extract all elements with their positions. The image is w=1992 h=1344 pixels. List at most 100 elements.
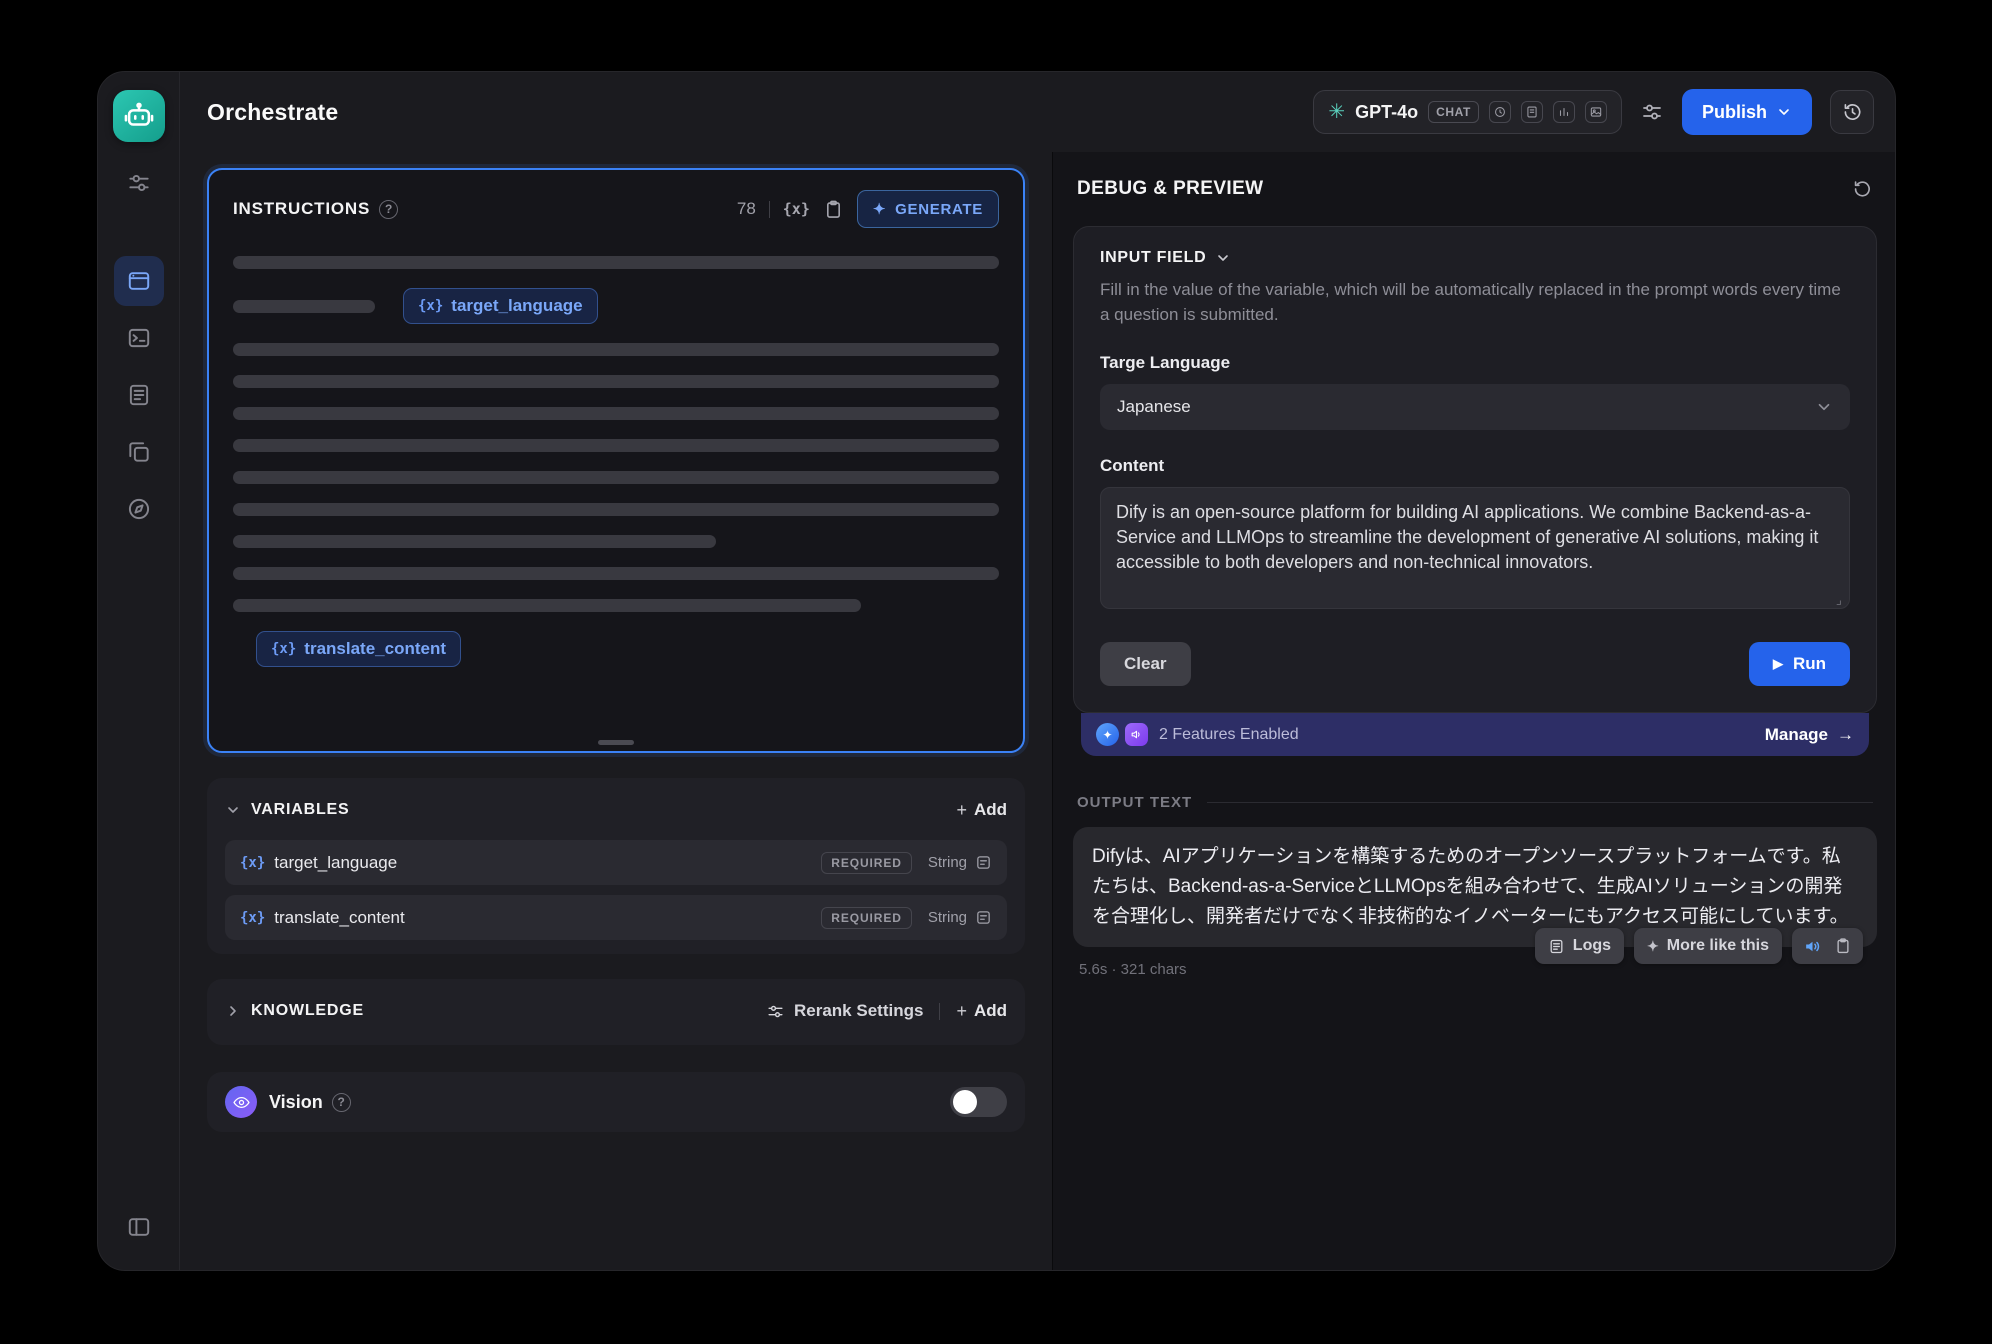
chevron-down-icon — [225, 802, 241, 818]
model-parameters-button[interactable] — [1640, 100, 1664, 124]
target-language-label: Targe Language — [1100, 353, 1850, 373]
sidebar-item-orchestrate[interactable] — [114, 256, 164, 306]
variable-type-label: String — [928, 909, 967, 926]
sidebar — [98, 72, 180, 1270]
debug-preview-title: DEBUG & PREVIEW — [1077, 178, 1264, 200]
knowledge-title: KNOWLEDGE — [251, 1002, 364, 1020]
sidebar-item-terminal[interactable] — [114, 313, 164, 363]
model-name: GPT-4o — [1355, 102, 1418, 123]
model-mode-badge: CHAT — [1428, 101, 1479, 123]
app-window: Orchestrate ✳ GPT-4o CHAT — [97, 71, 1896, 1271]
sidebar-nav — [114, 256, 164, 534]
sidebar-item-monitoring[interactable] — [114, 484, 164, 534]
features-bar: ✦ 2 Features Enabled Manage → — [1081, 713, 1869, 756]
history-button[interactable] — [1830, 90, 1874, 134]
rerank-settings-button[interactable]: Rerank Settings — [766, 1001, 923, 1021]
variable-token-icon: {x} — [418, 298, 443, 314]
sliders-icon — [1640, 100, 1664, 124]
redacted-line — [233, 256, 999, 269]
manage-features-button[interactable]: Manage → — [1765, 725, 1854, 745]
sidebar-item-annotations[interactable] — [114, 427, 164, 477]
string-type-icon — [975, 909, 992, 926]
restart-debug-button[interactable] — [1851, 178, 1873, 200]
variable-chip-label: translate_content — [304, 639, 446, 659]
text-to-speech-button[interactable] — [1803, 937, 1822, 956]
page-title: Orchestrate — [207, 99, 338, 126]
collapse-sidebar-button[interactable] — [114, 1202, 164, 1252]
content-textarea[interactable]: Dify is an open-source platform for buil… — [1100, 487, 1850, 609]
vision-help-icon[interactable]: ? — [332, 1093, 351, 1112]
plus-icon: + — [956, 800, 967, 821]
chevron-down-icon — [1815, 398, 1833, 416]
clipboard-icon — [823, 199, 844, 220]
feature-tts-icon — [1125, 723, 1148, 746]
variable-token-icon: {x} — [271, 641, 296, 657]
add-variable-button[interactable]: + Add — [956, 800, 1007, 821]
copy-output-button[interactable] — [1834, 937, 1852, 955]
copy-prompt-button[interactable] — [823, 199, 844, 220]
required-badge: REQUIRED — [821, 852, 912, 874]
instructions-help-icon[interactable]: ? — [379, 200, 398, 219]
output-tools — [1792, 928, 1863, 964]
add-label: Add — [974, 800, 1007, 820]
sparkle-icon: ✦ — [873, 200, 886, 218]
redacted-line — [233, 599, 861, 612]
input-field-collapse-button[interactable]: INPUT FIELD — [1100, 249, 1850, 267]
app-window-icon — [126, 268, 152, 294]
feature-sparkle-icon: ✦ — [1096, 723, 1119, 746]
logs-label: Logs — [1573, 937, 1611, 955]
input-field-description: Fill in the value of the variable, which… — [1100, 278, 1850, 327]
vision-toggle[interactable] — [950, 1087, 1007, 1117]
sidebar-item-settings[interactable] — [114, 158, 164, 208]
redacted-line — [233, 567, 999, 580]
refresh-icon — [1851, 178, 1873, 200]
variables-collapse-button[interactable] — [225, 802, 241, 818]
variable-row-translate-content[interactable]: {x} translate_content REQUIRED String — [225, 895, 1007, 940]
input-field-title: INPUT FIELD — [1100, 249, 1206, 267]
clear-button[interactable]: Clear — [1100, 642, 1191, 686]
variable-type-button[interactable]: String — [928, 909, 992, 926]
model-capability-agent-icon — [1489, 101, 1511, 123]
divider — [939, 1003, 940, 1020]
variable-type-label: String — [928, 854, 967, 871]
insert-variable-button[interactable]: {x} — [783, 200, 810, 218]
run-button[interactable]: ▶ Run — [1749, 642, 1850, 686]
generate-label: GENERATE — [895, 201, 983, 218]
variables-panel: VARIABLES + Add {x} target_language REQU… — [207, 778, 1025, 954]
speaker-icon — [1803, 937, 1822, 956]
terminal-icon — [126, 325, 152, 351]
clipboard-icon — [1834, 937, 1852, 955]
toggle-knob — [953, 1090, 977, 1114]
vision-eye-icon — [225, 1086, 257, 1118]
knowledge-expand-button[interactable] — [225, 1003, 241, 1019]
plus-icon: + — [956, 1001, 967, 1022]
app-logo — [113, 90, 165, 142]
model-capability-vision-icon — [1585, 101, 1607, 123]
target-language-value: Japanese — [1117, 397, 1191, 417]
char-count: 78 — [737, 199, 756, 219]
resize-handle[interactable] — [598, 740, 634, 745]
logs-button[interactable]: Logs — [1535, 928, 1624, 964]
variable-type-button[interactable]: String — [928, 854, 992, 871]
add-knowledge-button[interactable]: + Add — [956, 1001, 1007, 1022]
orchestrate-panel: INSTRUCTIONS ? 78 {x} ✦ GENERATE — [180, 152, 1052, 1271]
publish-button[interactable]: Publish — [1682, 89, 1812, 135]
more-like-this-button[interactable]: ✦ More like this — [1634, 928, 1782, 964]
target-language-select[interactable]: Japanese — [1100, 384, 1850, 430]
sidebar-item-logs[interactable] — [114, 370, 164, 420]
variable-name: translate_content — [274, 908, 404, 928]
model-capability-audio-icon — [1553, 101, 1575, 123]
input-field-card: INPUT FIELD Fill in the value of the var… — [1073, 226, 1877, 713]
redacted-line — [233, 439, 999, 452]
variable-chip-target-language[interactable]: {x} target_language — [403, 288, 598, 324]
output-text-title: OUTPUT TEXT — [1077, 794, 1192, 811]
variable-chip-translate-content[interactable]: {x} translate_content — [256, 631, 461, 667]
variable-row-target-language[interactable]: {x} target_language REQUIRED String — [225, 840, 1007, 885]
knowledge-panel: KNOWLEDGE Rerank Settings + Add — [207, 979, 1025, 1045]
rerank-settings-label: Rerank Settings — [794, 1001, 923, 1021]
document-list-icon — [126, 382, 152, 408]
instructions-editor[interactable]: INSTRUCTIONS ? 78 {x} ✦ GENERATE — [207, 168, 1025, 753]
model-selector[interactable]: ✳ GPT-4o CHAT — [1313, 90, 1622, 134]
generate-button[interactable]: ✦ GENERATE — [857, 190, 999, 228]
run-label: Run — [1793, 654, 1826, 674]
